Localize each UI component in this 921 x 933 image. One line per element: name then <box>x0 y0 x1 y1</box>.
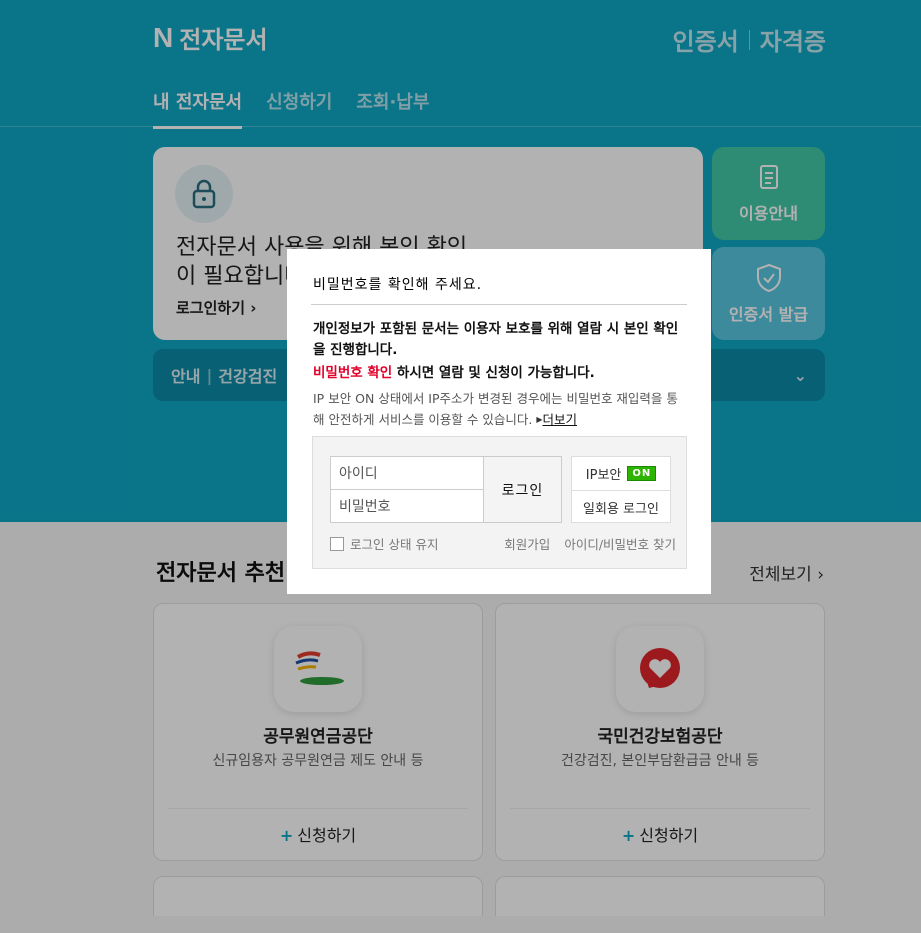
on-badge: ON <box>627 466 657 481</box>
ip-security-info: IP 보안 ON 상태에서 IP주소가 변경된 경우에는 비밀번호 재입력을 통… <box>313 388 687 430</box>
login-button[interactable]: 로그인 <box>483 456 562 523</box>
login-form: 아이디 비밀번호 로그인 IP보안 ON 일회용 로그인 로그인 상태 유지 회… <box>312 436 687 569</box>
password-confirm-modal: 비밀번호를 확인해 주세요. 개인정보가 포함된 문서는 이용자 보호를 위해 … <box>287 249 711 594</box>
info-text: IP 보안 ON 상태에서 IP주소가 변경된 경우에는 비밀번호 재입력을 통… <box>313 391 678 427</box>
keep-login-checkbox[interactable] <box>330 536 344 551</box>
keep-login-label[interactable]: 로그인 상태 유지 <box>350 534 438 553</box>
id-input[interactable]: 아이디 <box>330 456 484 490</box>
login-options: IP보안 ON 일회용 로그인 <box>571 456 671 523</box>
modal-message-highlight: 비밀번호 확인 하시면 열람 및 신청이 가능합니다. <box>313 361 595 381</box>
modal-title: 비밀번호를 확인해 주세요. <box>313 277 483 293</box>
find-account-link[interactable]: 아이디/비밀번호 찾기 <box>564 534 676 553</box>
password-input[interactable]: 비밀번호 <box>330 489 484 523</box>
more-link[interactable]: 더보기 <box>542 412 577 427</box>
login-links: 로그인 상태 유지 회원가입 아이디/비밀번호 찾기 <box>330 534 676 553</box>
ip-security-label: IP보안 <box>585 468 622 483</box>
message-text: 하시면 열람 및 신청이 가능합니다. <box>392 365 595 381</box>
highlight-text: 비밀번호 확인 <box>313 365 393 381</box>
divider <box>311 304 687 305</box>
join-link[interactable]: 회원가입 <box>504 534 550 553</box>
otp-login-button[interactable]: 일회용 로그인 <box>572 490 670 523</box>
modal-message: 개인정보가 포함된 문서는 이용자 보호를 위해 열람 시 본인 확인을 진행합… <box>313 321 679 358</box>
otp-login-label: 일회용 로그인 <box>583 501 659 517</box>
ip-security-toggle[interactable]: IP보안 ON <box>572 457 670 490</box>
